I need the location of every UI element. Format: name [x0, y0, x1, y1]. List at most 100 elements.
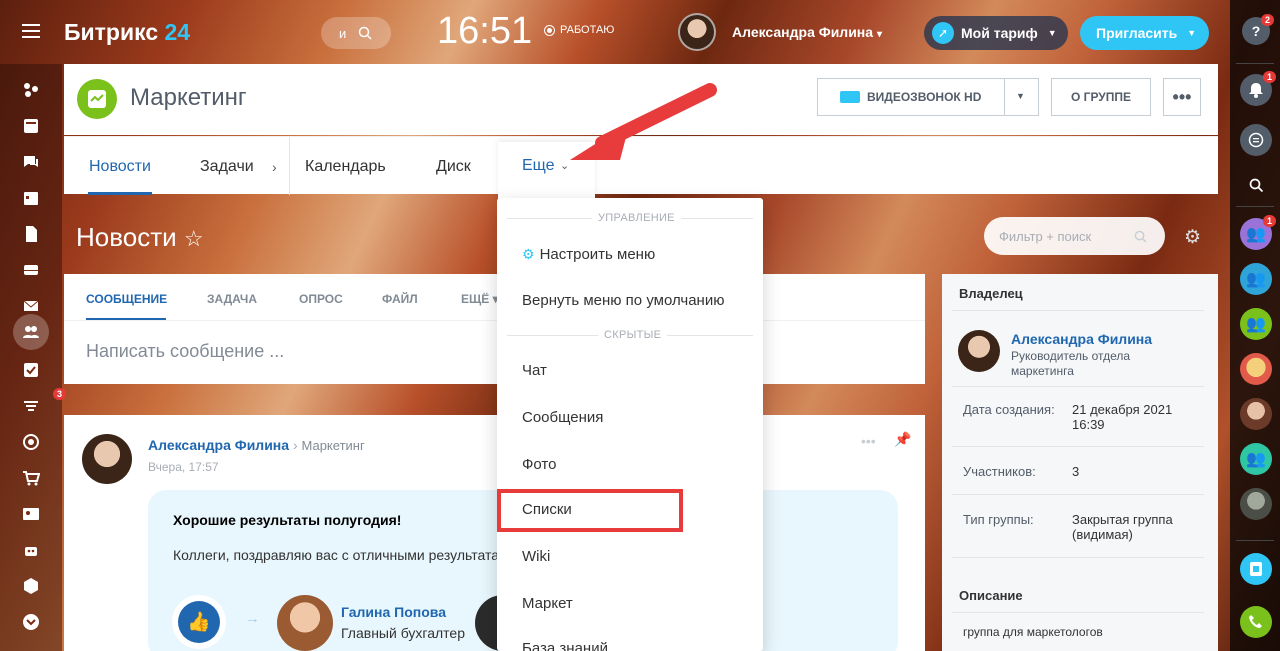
more-down-icon[interactable] — [17, 608, 45, 636]
left-sidebar: 3 — [0, 64, 67, 651]
post-author[interactable]: Александра Филина — [148, 437, 289, 453]
crm-icon[interactable]: 3 — [17, 388, 67, 420]
rocket-icon: ➚ — [932, 22, 954, 44]
menu-item-messages[interactable]: Сообщения — [522, 409, 603, 426]
owner-avatar[interactable] — [958, 330, 1000, 372]
menu-item-photo[interactable]: Фото — [522, 456, 556, 473]
calendar-icon[interactable] — [17, 184, 45, 212]
group-chat-avatar[interactable]: 👥 1 — [1240, 215, 1276, 250]
menu-section-hidden: СКРЫТЫЕ — [598, 329, 668, 341]
tab-tasks[interactable]: Задачи — [200, 158, 254, 176]
menu-configure[interactable]: ⚙ Настроить меню — [522, 246, 655, 263]
about-group-button[interactable]: О ГРУППЕ — [1051, 78, 1151, 116]
sites-icon[interactable] — [17, 76, 45, 104]
composer-more-label: ЕЩЁ — [461, 292, 490, 306]
menu-item-chat[interactable]: Чат — [522, 362, 547, 379]
messenger-icon[interactable] — [1240, 124, 1272, 156]
filter-search-icon — [1134, 230, 1147, 243]
contacts-icon[interactable] — [17, 500, 45, 528]
post-time[interactable]: Вчера, 17:57 — [148, 460, 219, 474]
post-menu-icon[interactable]: ••• — [861, 433, 876, 449]
more-dots-button[interactable]: ••• — [1163, 78, 1201, 116]
phone-icon[interactable] — [1240, 606, 1272, 638]
box-icon[interactable] — [17, 572, 45, 600]
logo-number: 24 — [164, 19, 191, 45]
invite-button[interactable]: Пригласить ▼ — [1080, 16, 1209, 50]
menu-item-knowledge-base[interactable]: База знаний — [522, 640, 608, 651]
user-chat-avatar[interactable] — [1240, 353, 1272, 385]
search-icon — [359, 26, 372, 40]
post-text: Коллеги, поздравляю вас с отличными резу… — [173, 547, 517, 563]
crm-badge: 3 — [53, 388, 67, 400]
menu-burger-icon[interactable] — [22, 24, 40, 40]
feed-icon[interactable] — [17, 112, 45, 140]
tab-chevron-icon[interactable]: › — [272, 159, 277, 175]
tariff-button[interactable]: ➚ Мой тариф ▼ — [924, 16, 1068, 50]
group-chat-avatar[interactable]: 👥 — [1240, 443, 1272, 475]
target-icon[interactable] — [17, 428, 45, 456]
gear-icon: ⚙ — [522, 246, 535, 262]
group-chat-avatar[interactable]: 👥 — [1240, 263, 1272, 295]
post: Александра Филина › Маркетинг Вчера, 17:… — [64, 415, 925, 651]
pin-icon[interactable]: 📌 — [894, 431, 911, 448]
composer-tab-poll[interactable]: ОПРОС — [299, 292, 343, 306]
filter-placeholder: Фильтр + поиск — [999, 228, 1092, 244]
composer-tab-message[interactable]: СООБЩЕНИЕ — [86, 292, 167, 306]
recipient-avatar[interactable] — [277, 595, 333, 651]
menu-item-market[interactable]: Маркет — [522, 595, 573, 612]
menu-reset[interactable]: Вернуть меню по умолчанию — [522, 292, 724, 309]
group-chat-avatar[interactable]: 👥 — [1240, 308, 1272, 340]
workday-status[interactable]: РАБОТАЮ — [544, 24, 614, 36]
filter-search-input[interactable]: Фильтр + поиск — [984, 217, 1165, 255]
user-chat-avatar[interactable] — [1240, 398, 1272, 430]
highlight-box — [497, 489, 683, 532]
recipient-name[interactable]: Галина Попова — [341, 604, 446, 620]
created-label: Дата создания: — [963, 402, 1055, 417]
tasks-icon[interactable] — [17, 356, 45, 384]
composer-input[interactable]: Написать сообщение ... — [86, 341, 284, 362]
search-sidebar-icon[interactable] — [1240, 169, 1272, 201]
user-name[interactable]: Александра Филина ▾ — [732, 24, 882, 40]
user-name-text: Александра Филина — [732, 24, 874, 40]
file-transfer-icon[interactable] — [1240, 553, 1272, 585]
menu-configure-label: Настроить меню — [539, 246, 656, 263]
composer-tab-task[interactable]: ЗАДАЧА — [207, 292, 257, 306]
post-author-avatar[interactable] — [82, 434, 132, 484]
robot-icon[interactable] — [17, 536, 45, 564]
star-icon[interactable]: ☆ — [184, 226, 204, 251]
tariff-chevron-icon: ▼ — [1047, 28, 1057, 38]
tab-disk[interactable]: Диск — [436, 158, 471, 176]
composer-tab-more[interactable]: ЕЩЁ ▾ — [461, 292, 499, 306]
chat-icon[interactable] — [17, 148, 45, 176]
tab-calendar[interactable]: Календарь — [305, 158, 386, 176]
settings-gear-icon[interactable]: ⚙ — [1184, 226, 1201, 249]
shop-icon[interactable] — [17, 464, 45, 492]
tab-active-underline — [88, 192, 152, 195]
post-header: Александра Филина › Маркетинг — [148, 437, 365, 453]
help-icon[interactable]: ? 2 — [1242, 14, 1274, 45]
post-destination[interactable]: Маркетинг — [302, 438, 365, 453]
created-value: 21 декабря 2021 16:39 — [1072, 402, 1173, 432]
drive-icon[interactable] — [17, 256, 45, 284]
menu-section-manage: УПРАВЛЕНИЕ — [592, 212, 681, 224]
user-avatar[interactable] — [678, 13, 716, 51]
owner-name[interactable]: Александра Филина — [1011, 331, 1152, 347]
composer-tab-file[interactable]: ФАЙЛ — [382, 292, 418, 306]
tab-news[interactable]: Новости — [89, 158, 151, 176]
members-value[interactable]: 3 — [1072, 464, 1079, 479]
members-label: Участников: — [963, 464, 1036, 479]
groups-icon[interactable] — [13, 314, 49, 350]
logo[interactable]: Битрикс 24 — [64, 19, 190, 46]
docs-icon[interactable] — [17, 220, 45, 248]
menu-item-wiki[interactable]: Wiki — [522, 548, 550, 565]
video-chevron-icon[interactable]: ▼ — [1016, 91, 1025, 101]
notifications-icon[interactable]: 1 — [1240, 71, 1276, 106]
news-title-text: Новости — [76, 222, 177, 252]
video-call-button[interactable]: ВИДЕОЗВОНОК HD ▼ — [817, 78, 1039, 116]
user-chat-avatar[interactable] — [1240, 488, 1272, 520]
recipient-role: Главный бухгалтер — [341, 625, 465, 641]
type-value: Закрытая группа (видимая) — [1072, 512, 1173, 542]
search-input[interactable]: и — [321, 17, 391, 49]
post-headline: Хорошие результаты полугодия! — [173, 512, 402, 528]
clock[interactable]: 16:51 — [437, 10, 532, 53]
